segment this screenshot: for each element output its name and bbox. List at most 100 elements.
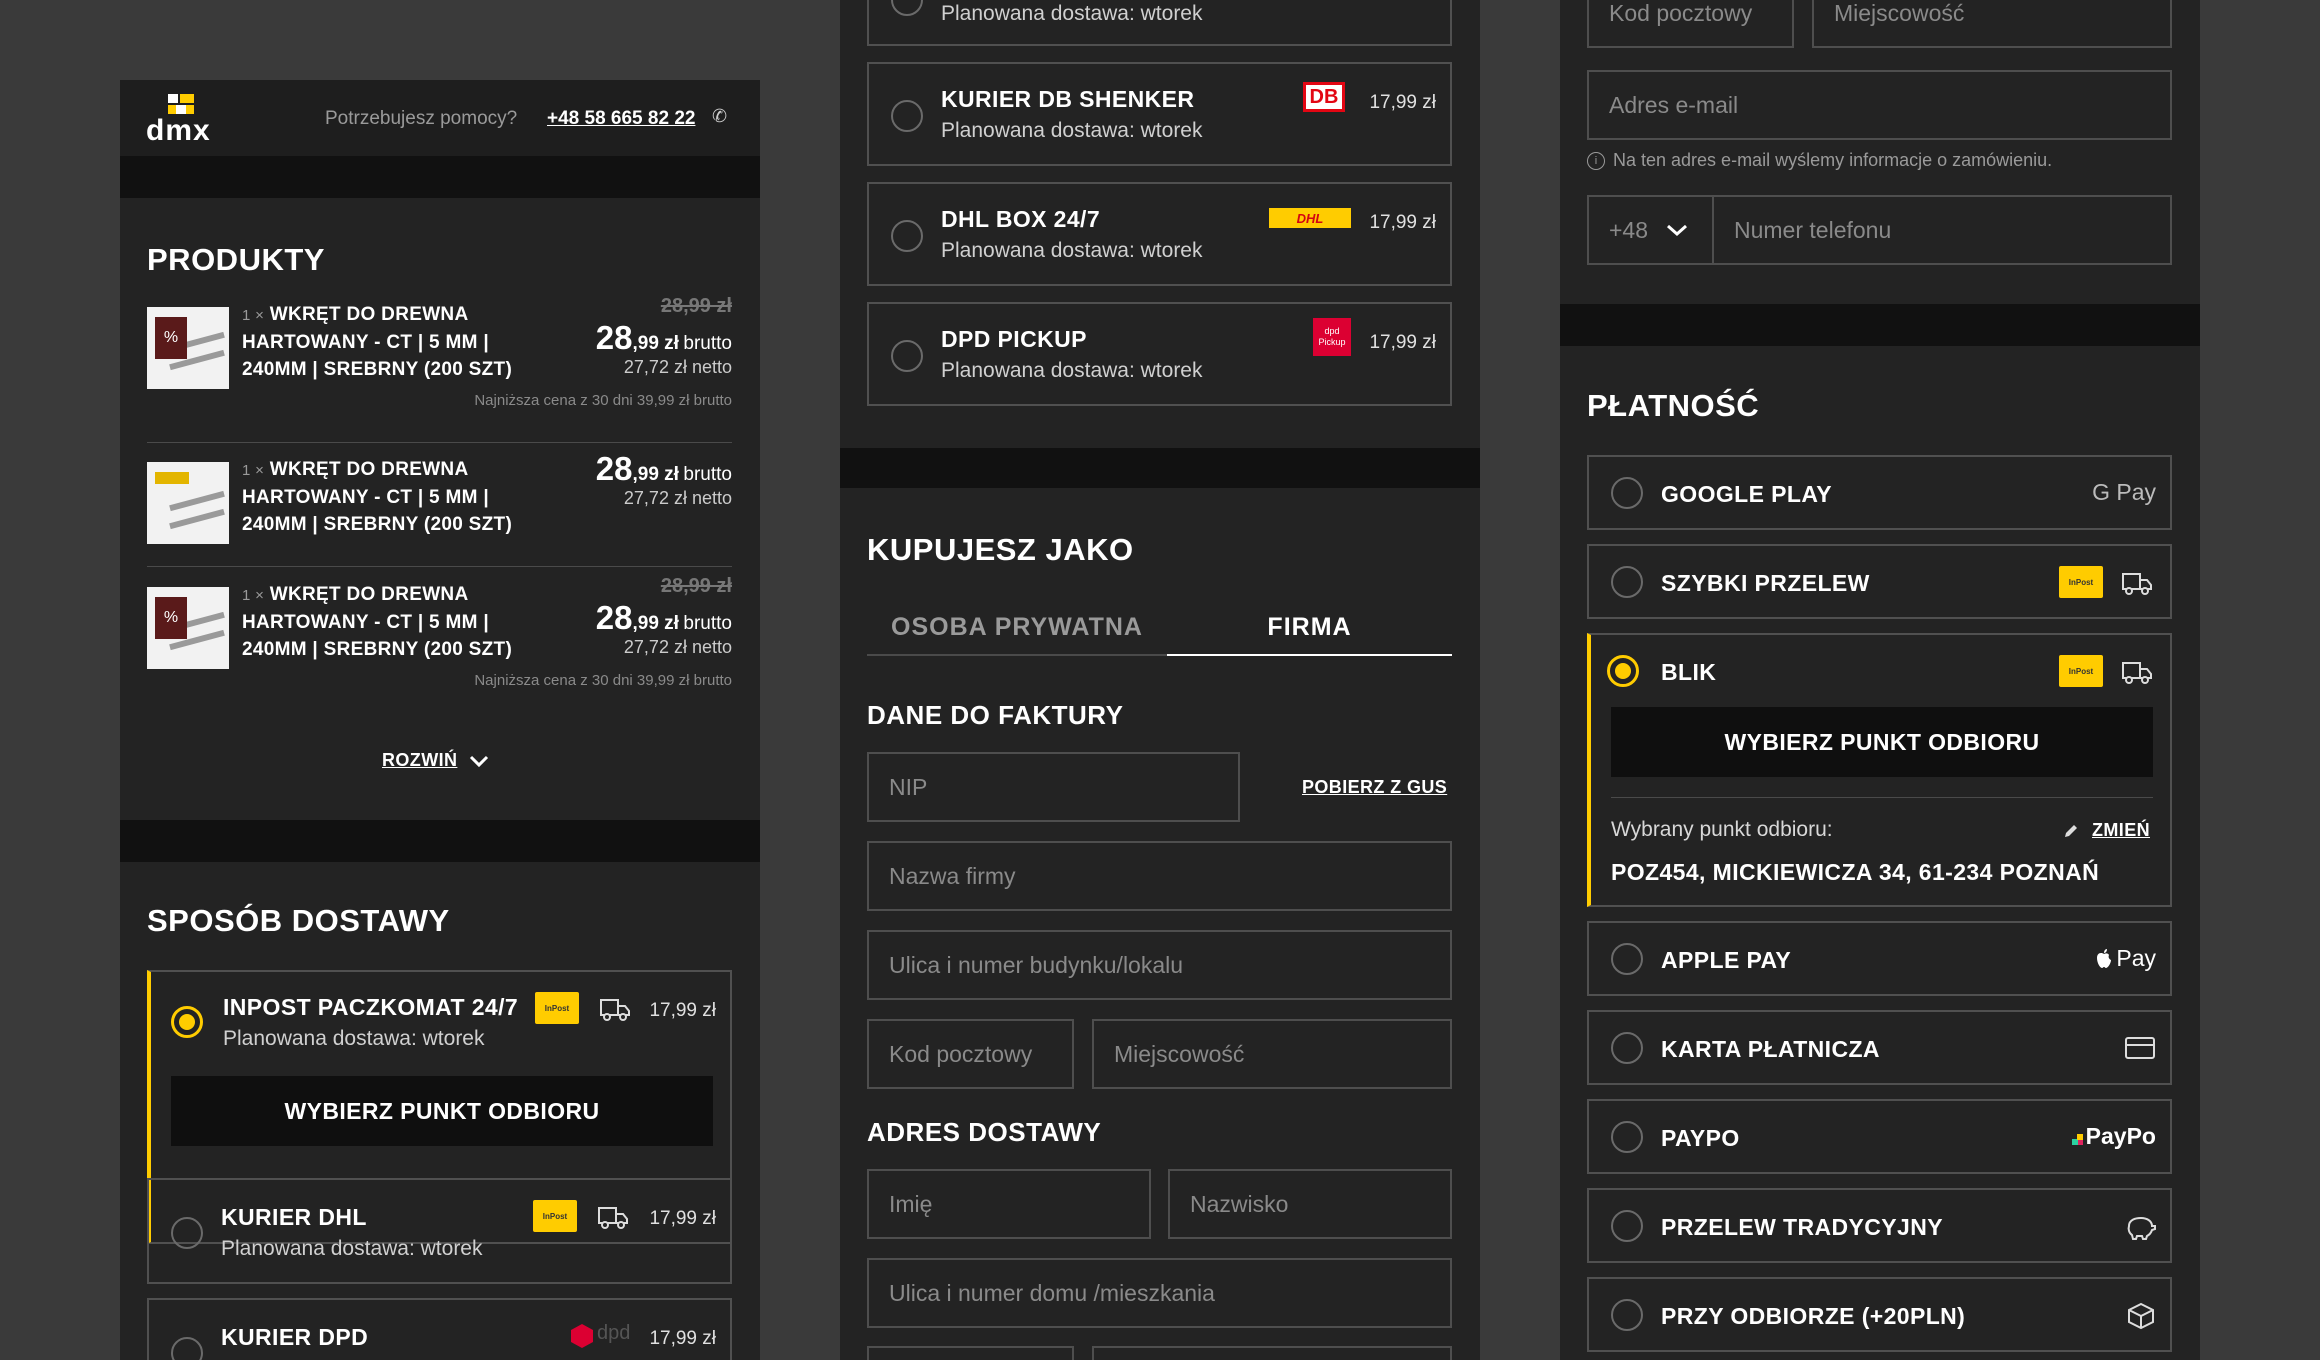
radio-button[interactable] <box>1611 1299 1643 1331</box>
phone-link[interactable]: +48 58 665 82 22 <box>547 108 695 130</box>
price-brutto-label: brutto <box>683 613 732 634</box>
radio-button[interactable] <box>891 0 923 16</box>
shipping-city-input[interactable] <box>1092 1346 1452 1360</box>
postcode-input[interactable]: Kod pocztowy <box>1587 0 1794 48</box>
first-name-input[interactable]: Imię <box>867 1169 1151 1239</box>
product-item: 1 × WKRĘT DO DREWNA HARTOWANY - CT | 5 M… <box>147 450 732 570</box>
paypo-text: PayPo <box>2085 1123 2156 1149</box>
change-link-label: ZMIEŃ <box>2092 820 2150 840</box>
payment-option-traditional-transfer[interactable]: PRZELEW TRADYCYJNY <box>1587 1188 2172 1263</box>
screw-image <box>169 508 225 530</box>
email-input[interactable]: Adres e-mail <box>1587 70 2172 140</box>
truck-icon <box>2122 662 2152 684</box>
divider <box>120 156 760 198</box>
radio-button[interactable] <box>171 1006 203 1038</box>
payment-option-apple-pay[interactable]: APPLE PAY Pay <box>1587 921 2172 996</box>
price: 28,99 zł brutto <box>596 599 732 637</box>
products-title: PRODUKTY <box>147 242 325 277</box>
product-name[interactable]: 1 × WKRĘT DO DREWNA HARTOWANY - CT | 5 M… <box>242 456 532 538</box>
radio-button[interactable] <box>1611 1210 1643 1242</box>
radio-button[interactable] <box>1611 1032 1643 1064</box>
city-input[interactable]: Miejscowość <box>1092 1019 1452 1089</box>
radio-button[interactable] <box>891 340 923 372</box>
payment-option-paypo[interactable]: PAYPO PayPo <box>1587 1099 2172 1174</box>
shipping-street-input[interactable]: Ulica i numer domu /mieszkania <box>867 1258 1452 1328</box>
delivery-option-partial[interactable]: Planowana dostawa: wtorek <box>867 0 1452 46</box>
lowest-price-note: Najniższa cena z 30 dni 39,99 zł brutto <box>474 392 732 409</box>
product-separator <box>147 442 732 443</box>
payment-option-google-pay[interactable]: GOOGLE PLAY G Pay <box>1587 455 2172 530</box>
radio-button[interactable] <box>171 1217 203 1249</box>
help-text: Potrzebujesz pomocy? <box>325 108 518 129</box>
product-thumbnail[interactable] <box>147 462 229 544</box>
option-title: KURIER DPD <box>221 1324 369 1350</box>
expand-button[interactable]: ROZWIŃ <box>382 750 489 771</box>
google-pay-logo: G Pay <box>2092 479 2156 505</box>
phone-icon: ✆ <box>712 106 728 126</box>
dpd-cube-icon <box>571 1324 593 1348</box>
payment-option-card[interactable]: KARTA PŁATNICZA <box>1587 1010 2172 1085</box>
dmx-logo[interactable]: dmx <box>146 90 222 147</box>
chosen-point-address: POZ454, MICKIEWICZA 34, 61-234 POZNAŃ <box>1611 859 2100 885</box>
radio-button[interactable] <box>891 220 923 252</box>
product-thumbnail[interactable]: % <box>147 587 229 669</box>
tab-private-person[interactable]: OSOBA PRYWATNA <box>867 600 1167 656</box>
old-price: 28,99 zł <box>660 295 732 317</box>
choose-pickup-point-button[interactable]: WYBIERZ PUNKT ODBIORU <box>1611 707 2153 777</box>
apple-pay-text: Pay <box>2116 945 2156 971</box>
radio-button[interactable] <box>1611 566 1643 598</box>
divider <box>840 448 1480 488</box>
fetch-from-gus-link[interactable]: POBIERZ Z GUS <box>1302 777 1447 798</box>
logo-icon <box>168 94 194 114</box>
radio-button[interactable] <box>891 100 923 132</box>
phone-prefix-select[interactable]: +48 <box>1587 195 1714 265</box>
shipping-postcode-input[interactable] <box>867 1346 1074 1360</box>
last-name-input[interactable]: Nazwisko <box>1168 1169 1452 1239</box>
product-thumbnail[interactable]: % <box>147 307 229 389</box>
city-input[interactable]: Miejscowość <box>1812 0 2172 48</box>
inpost-logo: InPost <box>533 1200 577 1232</box>
company-name-input[interactable]: Nazwa firmy <box>867 841 1452 911</box>
product-name[interactable]: 1 × WKRĘT DO DREWNA HARTOWANY - CT | 5 M… <box>242 301 532 383</box>
radio-button[interactable] <box>171 1337 203 1360</box>
option-title: DHL BOX 24/7 <box>941 206 1101 232</box>
price-integer: 28 <box>595 319 633 356</box>
header: dmx Potrzebujesz pomocy? +48 58 665 82 2… <box>120 80 760 156</box>
package-icon <box>2128 1302 2154 1330</box>
product-name[interactable]: 1 × WKRĘT DO DREWNA HARTOWANY - CT | 5 M… <box>242 581 532 663</box>
email-hint-text: Na ten adres e-mail wyślemy informacje o… <box>1613 150 2053 170</box>
product-name-line: WKRĘT DO DREWNA <box>269 459 469 480</box>
option-subtitle: Planowana dostawa: wtorek <box>223 1027 485 1050</box>
payment-option-fast-transfer[interactable]: SZYBKI PRZELEW InPost <box>1587 544 2172 619</box>
info-icon: i <box>1587 151 1605 170</box>
paypo-logo: PayPo <box>2076 1123 2156 1150</box>
payment-option-blik[interactable]: BLIK InPost WYBIERZ PUNKT ODBIORU Wybran… <box>1587 633 2172 907</box>
change-point-link[interactable]: ZMIEŃ <box>2062 820 2150 841</box>
piggy-bank-icon <box>2127 1216 2156 1240</box>
street-input[interactable]: Ulica i numer budynku/lokalu <box>867 930 1452 1000</box>
choose-pickup-point-button[interactable]: WYBIERZ PUNKT ODBIORU <box>171 1076 713 1146</box>
phone-number-input[interactable]: Numer telefonu <box>1712 195 2172 265</box>
postcode-input[interactable]: Kod pocztowy <box>867 1019 1074 1089</box>
nip-input[interactable]: NIP <box>867 752 1240 822</box>
delivery-option-dpd[interactable]: KURIER DPD dpd 17,99 zł <box>147 1298 732 1360</box>
delivery-option-db-schenker[interactable]: KURIER DB SHENKER Planowana dostawa: wto… <box>867 62 1452 166</box>
option-price: 17,99 zł <box>1369 332 1436 353</box>
chosen-point-label: Wybrany punkt odbioru: <box>1611 818 1833 841</box>
delivery-option-dhl[interactable]: KURIER DHL Planowana dostawa: wtorek InP… <box>147 1178 732 1284</box>
option-title: GOOGLE PLAY <box>1661 481 1832 507</box>
price: 28,99 zł brutto <box>596 450 732 488</box>
radio-button[interactable] <box>1611 477 1643 509</box>
radio-button[interactable] <box>1611 943 1643 975</box>
delivery-option-dpd-pickup[interactable]: DPD PICKUP Planowana dostawa: wtorek dpd… <box>867 302 1452 406</box>
option-title: PAYPO <box>1661 1125 1740 1151</box>
delivery-option-dhl-box[interactable]: DHL BOX 24/7 Planowana dostawa: wtorek D… <box>867 182 1452 286</box>
product-qty: 1 × <box>242 307 265 324</box>
truck-icon <box>2122 573 2152 595</box>
delivery-title: SPOSÓB DOSTAWY <box>147 903 450 938</box>
radio-button[interactable] <box>1607 655 1639 687</box>
product-name-line: HARTOWANY - CT | 5 MM | <box>242 612 489 633</box>
tab-company[interactable]: FIRMA <box>1167 600 1452 656</box>
payment-option-cash-on-delivery[interactable]: PRZY ODBIORZE (+20PLN) <box>1587 1277 2172 1352</box>
radio-button[interactable] <box>1611 1121 1643 1153</box>
